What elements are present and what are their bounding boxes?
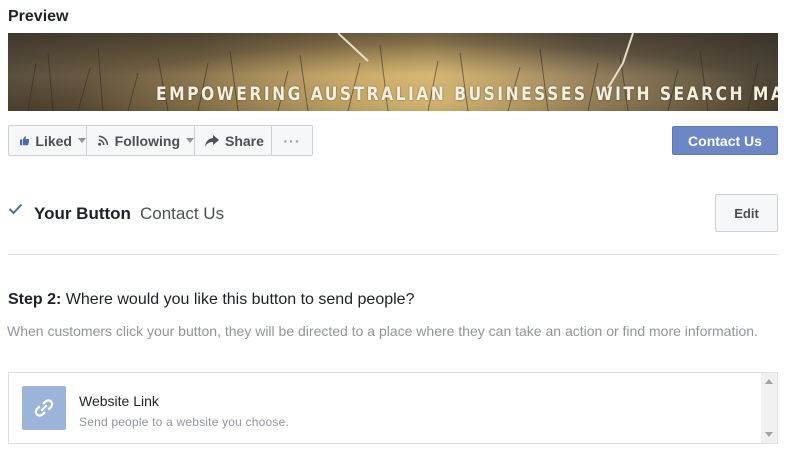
more-options-button[interactable]: ··· xyxy=(272,126,312,155)
share-button[interactable]: Share xyxy=(195,126,272,155)
step-question: Where would you like this button to send… xyxy=(65,291,415,308)
option-website-link[interactable]: Website Link Send people to a website yo… xyxy=(9,373,761,443)
share-arrow-icon xyxy=(205,134,219,147)
liked-button[interactable]: Liked xyxy=(9,126,87,155)
chevron-down-icon xyxy=(186,138,194,143)
option-subtitle: Send people to a website you choose. xyxy=(79,415,290,429)
step-heading: Step 2: Where would you like this button… xyxy=(8,291,414,309)
checkmark-icon xyxy=(8,203,23,215)
rss-icon xyxy=(98,135,109,146)
destination-option-list[interactable]: Website Link Send people to a website yo… xyxy=(8,372,778,444)
option-list-scrollbar[interactable] xyxy=(761,373,777,443)
liked-label: Liked xyxy=(35,132,72,149)
more-dots-icon: ··· xyxy=(283,132,301,149)
share-label: Share xyxy=(225,132,264,149)
scroll-up-arrow-icon[interactable] xyxy=(765,379,773,384)
option-icon-box xyxy=(22,386,66,430)
step-number: Step 2: xyxy=(8,291,62,308)
page-action-bar: Liked Following Share ··· xyxy=(8,125,313,156)
thumbs-up-icon xyxy=(20,136,30,146)
option-title: Website Link xyxy=(79,393,159,409)
edit-button[interactable]: Edit xyxy=(715,194,778,232)
following-label: Following xyxy=(114,132,180,149)
preview-title: Preview xyxy=(8,8,69,25)
chevron-down-icon xyxy=(78,138,86,143)
contact-us-cta-button[interactable]: Contact Us xyxy=(672,126,778,155)
link-icon xyxy=(34,399,54,417)
following-button[interactable]: Following xyxy=(87,126,195,155)
scroll-down-arrow-icon[interactable] xyxy=(765,432,773,437)
cover-text: EMPOWERING AUSTRALIAN BUSINESSES WITH SE… xyxy=(156,83,778,105)
step-description: When customers click your button, they w… xyxy=(7,323,758,339)
cover-photo: EMPOWERING AUSTRALIAN BUSINESSES WITH SE… xyxy=(8,33,778,111)
your-button-label: Your Button xyxy=(34,204,131,223)
section-divider xyxy=(8,254,778,255)
your-button-value: Contact Us xyxy=(140,204,225,223)
